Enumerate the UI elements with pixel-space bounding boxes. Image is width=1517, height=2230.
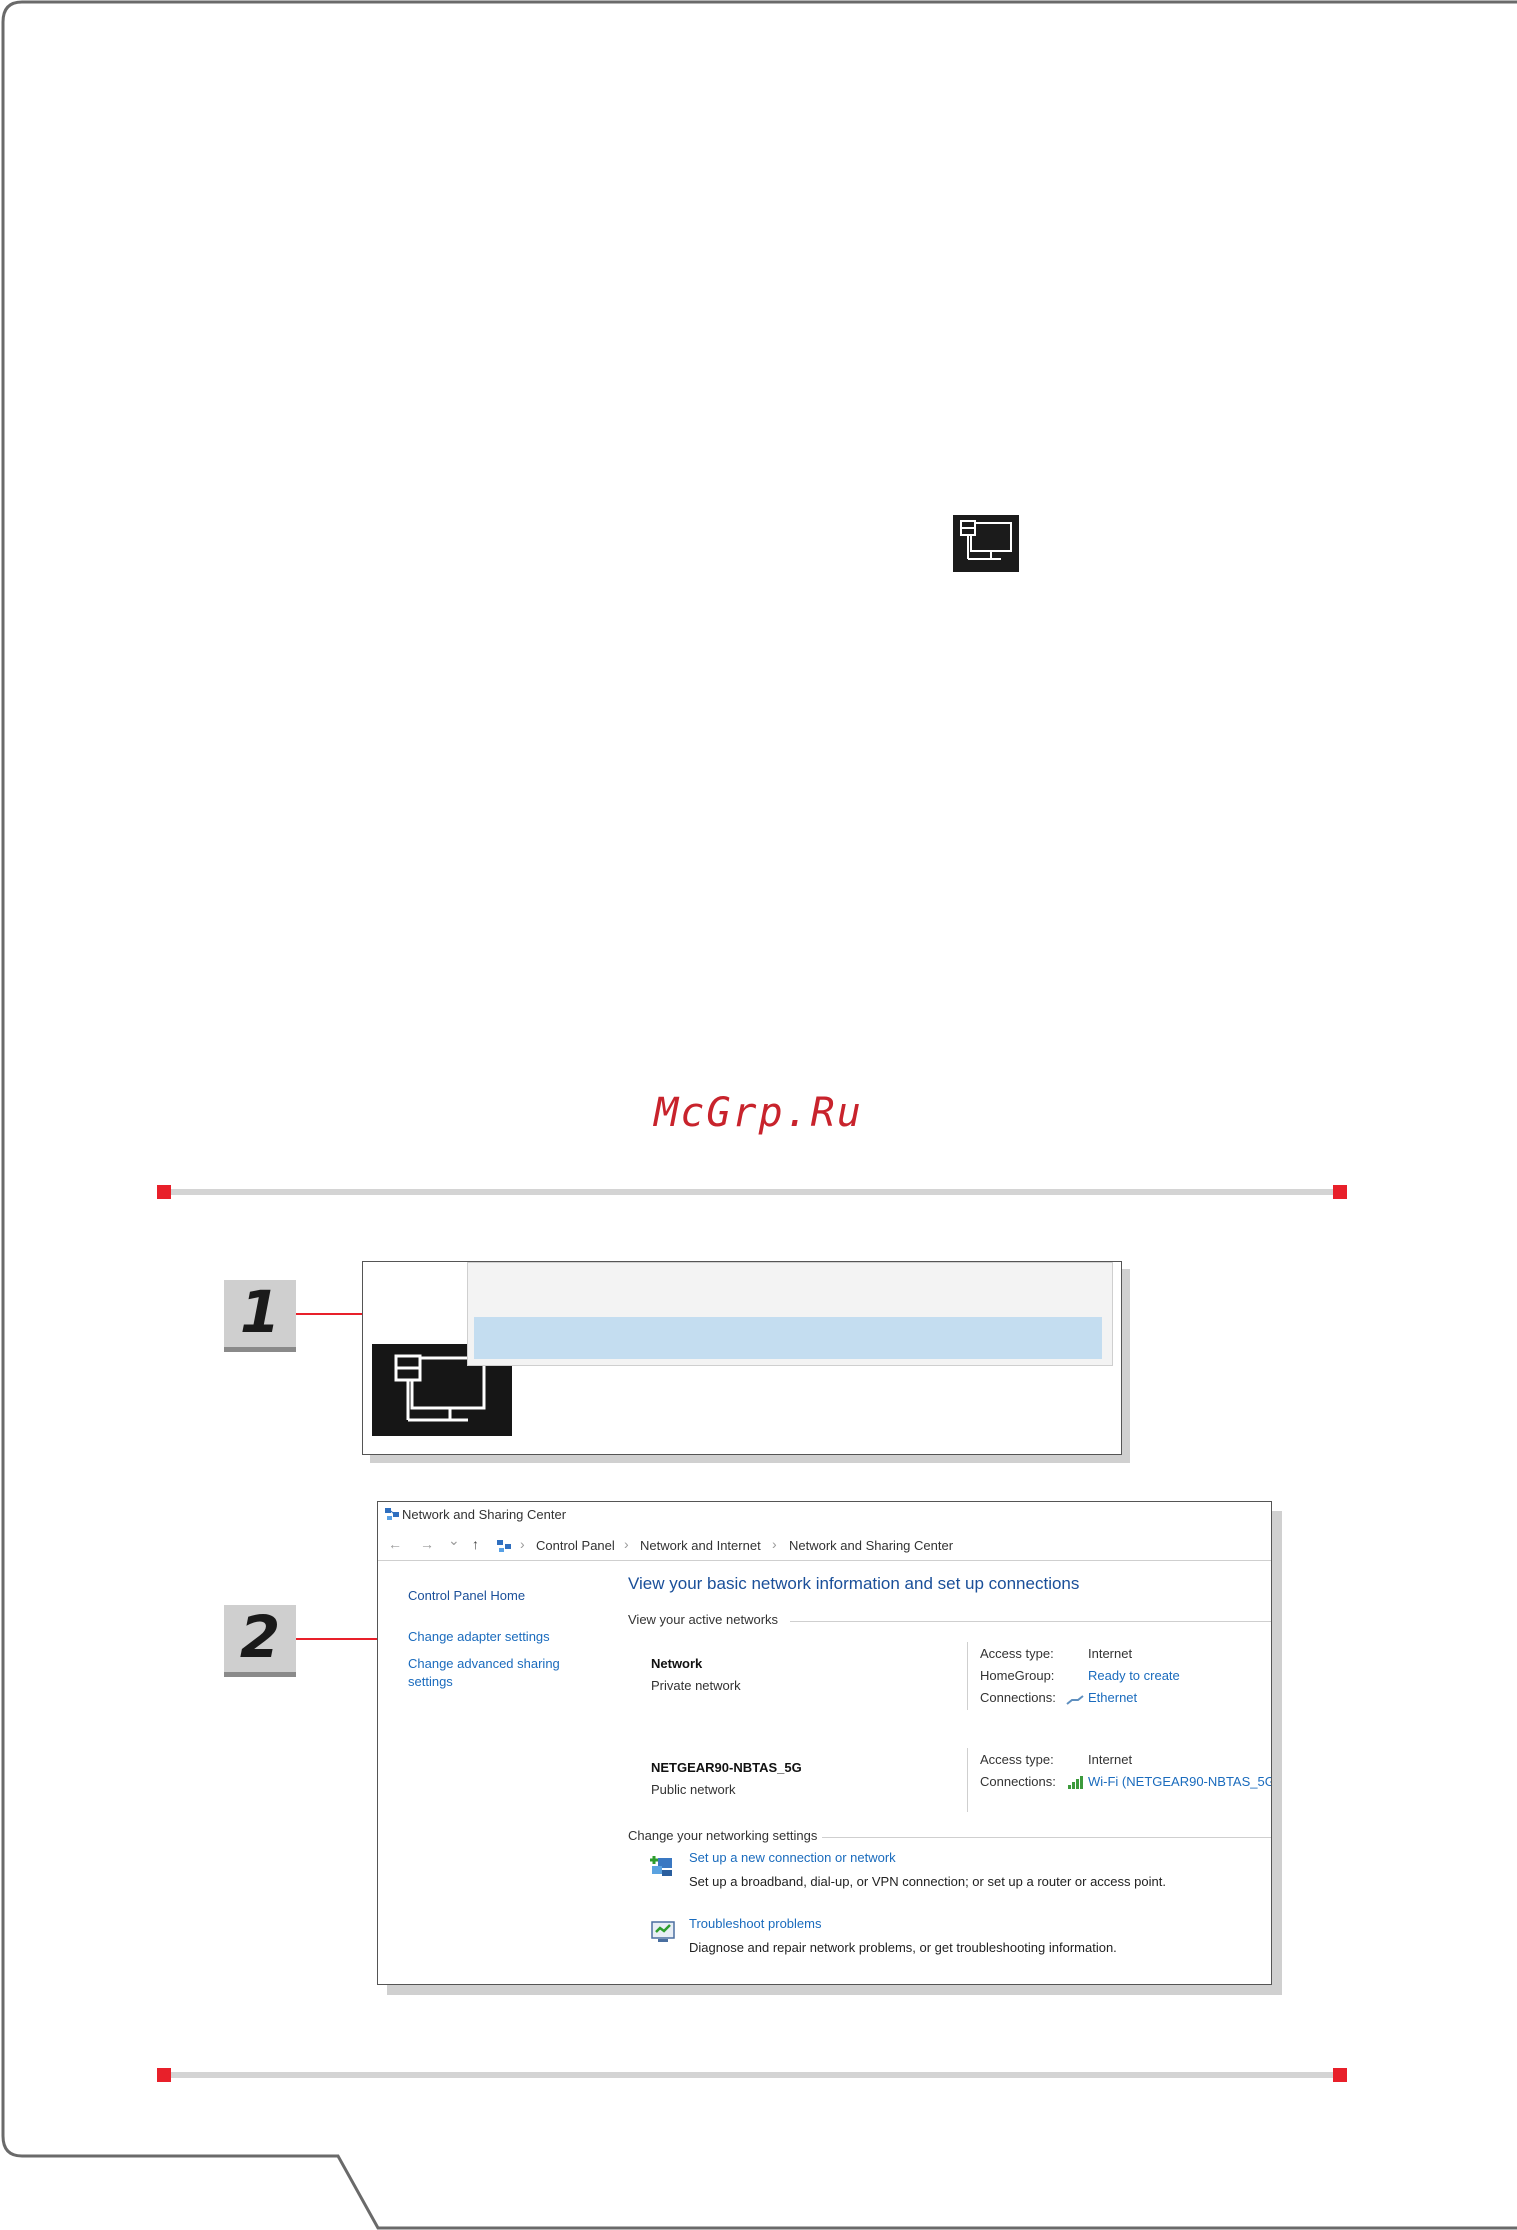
access-type-label: Access type: — [980, 1752, 1054, 1767]
context-menu — [467, 1262, 1113, 1366]
step-2-leader-line — [296, 1638, 388, 1640]
connections-label: Connections: — [980, 1690, 1056, 1705]
access-type-label: Access type: — [980, 1646, 1054, 1661]
network-name: NETGEAR90-NBTAS_5G — [651, 1760, 802, 1775]
address-bar-divider — [378, 1560, 1271, 1561]
context-menu-item-highlighted[interactable] — [474, 1317, 1102, 1359]
new-connection-icon — [650, 1854, 676, 1883]
change-settings-label: Change your networking settings — [628, 1828, 818, 1843]
access-type-value: Internet — [1088, 1646, 1133, 1661]
window-network-icon — [384, 1506, 400, 1527]
screenshot-tray-context-menu — [362, 1261, 1122, 1455]
step-2-badge: 2 — [224, 1605, 296, 1677]
sidebar-change-advanced-sharing[interactable]: Change advanced sharing — [408, 1656, 560, 1671]
page-heading: View your basic network information and … — [628, 1574, 1080, 1593]
divider-marker-left — [157, 2068, 171, 2082]
watermark: McGrp.Ru — [654, 1090, 863, 1136]
recent-locations-chevron-icon[interactable]: ⌄ — [448, 1532, 460, 1549]
network-type: Private network — [651, 1678, 741, 1693]
active-networks-label: View your active networks — [628, 1612, 779, 1627]
breadcrumb-network-internet[interactable]: Network and Internet — [640, 1538, 761, 1553]
breadcrumb-network-sharing-center[interactable]: Network and Sharing Center — [789, 1538, 953, 1553]
breadcrumb-separator: › — [624, 1536, 629, 1552]
troubleshoot-icon — [650, 1920, 676, 1949]
homegroup-label: HomeGroup: — [980, 1668, 1055, 1683]
access-type-value: Internet — [1088, 1752, 1133, 1767]
wifi-connection-link[interactable]: Wi-Fi (NETGEAR90-NBTAS_5G) — [1088, 1774, 1271, 1789]
breadcrumb-separator: › — [772, 1536, 777, 1552]
back-arrow-icon[interactable]: ← — [388, 1536, 402, 1552]
homegroup-ready-link[interactable]: Ready to create — [1088, 1668, 1180, 1683]
divider-marker-right — [1333, 2068, 1347, 2082]
breadcrumb-control-panel[interactable]: Control Panel — [536, 1538, 615, 1553]
setup-new-connection-link[interactable]: Set up a new connection or network — [689, 1850, 896, 1865]
sidebar-change-adapter-settings[interactable]: Change adapter settings — [408, 1629, 550, 1644]
change-settings-divider — [822, 1837, 1271, 1838]
section-divider-bottom — [162, 2072, 1342, 2078]
network-sharing-center-window: Network and Sharing Center ← → ⌄ ↑ › Con… — [377, 1501, 1272, 1985]
network-computer-icon — [953, 515, 1019, 572]
troubleshoot-problems-desc: Diagnose and repair network problems, or… — [689, 1940, 1117, 1955]
troubleshoot-problems-link[interactable]: Troubleshoot problems — [689, 1916, 821, 1931]
network-type: Public network — [651, 1782, 736, 1797]
connections-label: Connections: — [980, 1774, 1056, 1789]
sidebar-control-panel-home[interactable]: Control Panel Home — [408, 1588, 525, 1603]
active-networks-divider — [790, 1621, 1271, 1622]
ethernet-connection-link[interactable]: Ethernet — [1088, 1690, 1137, 1705]
window-title: Network and Sharing Center — [402, 1507, 567, 1522]
section-divider-top — [162, 1189, 1342, 1195]
context-menu-item[interactable] — [478, 1275, 1098, 1303]
network-column-divider — [967, 1748, 968, 1812]
forward-arrow-icon[interactable]: → — [420, 1536, 434, 1552]
up-arrow-icon[interactable]: ↑ — [472, 1536, 479, 1552]
control-panel-icon — [496, 1538, 512, 1559]
step-1-badge: 1 — [224, 1280, 296, 1352]
setup-new-connection-desc: Set up a broadband, dial-up, or VPN conn… — [689, 1874, 1166, 1889]
wifi-signal-icon — [1067, 1775, 1085, 1794]
network-column-divider — [967, 1642, 968, 1710]
breadcrumb-separator: › — [520, 1536, 525, 1552]
divider-marker-right — [1333, 1185, 1347, 1199]
network-name: Network — [651, 1656, 703, 1671]
sidebar-change-advanced-sharing-cont[interactable]: settings — [408, 1674, 453, 1689]
divider-marker-left — [157, 1185, 171, 1199]
ethernet-icon — [1066, 1693, 1084, 1711]
